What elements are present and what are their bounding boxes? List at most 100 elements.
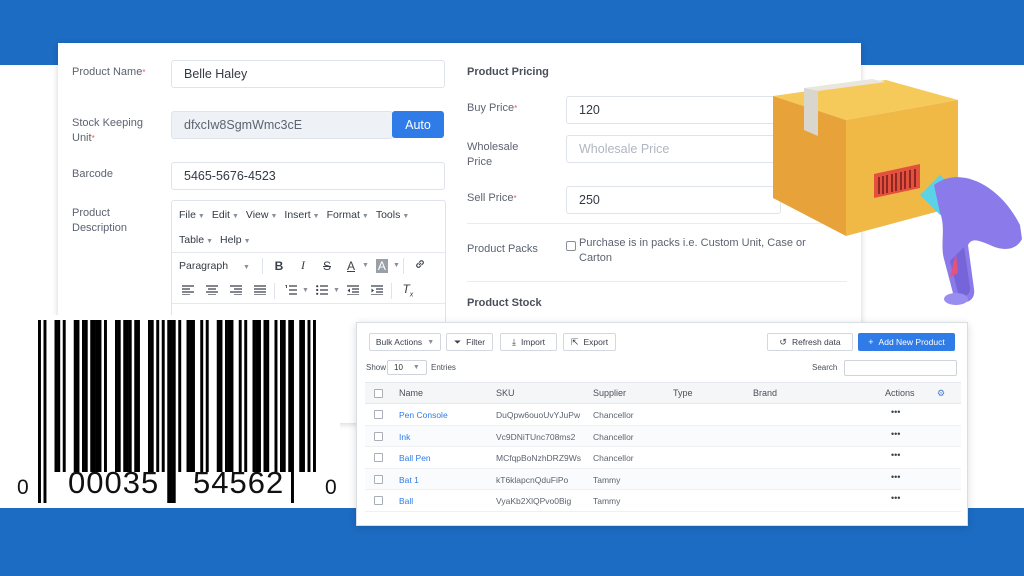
column-name[interactable]: Name <box>399 388 423 398</box>
row-actions-menu[interactable]: ••• <box>891 472 900 482</box>
barcode-bar <box>104 320 107 472</box>
row-checkbox[interactable] <box>374 410 383 419</box>
product-packs-label: Product Packs <box>467 243 538 255</box>
menu-help[interactable]: Help ▼ <box>220 234 251 246</box>
table-row[interactable]: Bat 1 kT6klapcnQduFiPo Tammy ••• <box>365 468 961 490</box>
barcode-bar <box>38 320 41 503</box>
barcode-bar <box>54 320 58 472</box>
sell-price-input[interactable]: 250 <box>566 186 781 214</box>
table-row[interactable]: Pen Console DuQpw6ouoUvYJuPw Chancellor … <box>365 404 961 426</box>
description-label: Product Description <box>72 207 128 234</box>
menu-format[interactable]: Format ▼ <box>327 209 369 221</box>
refresh-data-button[interactable]: ↺ Refresh data <box>767 333 853 351</box>
row-checkbox[interactable] <box>374 453 383 462</box>
indent-icon[interactable] <box>366 284 388 298</box>
barcode-bar <box>117 320 121 472</box>
clear-formatting-icon[interactable]: Tx <box>397 282 419 298</box>
row-name-link[interactable]: Pen Console <box>399 410 448 420</box>
numbered-list-icon[interactable] <box>280 284 302 298</box>
barcode-bar <box>128 320 132 472</box>
barcode-bar <box>266 320 270 472</box>
row-name-link[interactable]: Ink <box>399 432 410 442</box>
outdent-icon[interactable] <box>342 284 364 298</box>
row-checkbox[interactable] <box>374 474 383 484</box>
editor-toolbar-row2: ▼ ▼ Tx <box>172 278 445 303</box>
menu-edit[interactable]: Edit ▼ <box>212 209 239 221</box>
row-supplier: Tammy <box>593 474 621 485</box>
row-name-link[interactable]: Bat 1 <box>399 475 419 485</box>
add-new-product-button[interactable]: + Add New Product <box>858 333 955 351</box>
product-name-label: Product Name* <box>72 66 146 78</box>
table-row[interactable]: Ink Vc9DNiTUnc708ms2 Chancellor ••• <box>365 425 961 447</box>
plus-icon: + <box>868 337 874 347</box>
barcode-lead-digit: 0 <box>17 476 29 499</box>
row-checkbox[interactable] <box>374 431 383 441</box>
refresh-icon: ↺ <box>779 336 787 347</box>
barcode-bar <box>186 320 190 472</box>
bulk-actions-button[interactable]: Bulk Actions ▼ <box>369 333 441 351</box>
product-name-input[interactable]: Belle Haley <box>171 60 445 88</box>
import-icon: ⤓ <box>511 336 516 347</box>
barcode-bar <box>219 320 223 472</box>
barcode-bar <box>93 320 96 472</box>
barcode-input[interactable]: 5465-5676-4523 <box>171 162 445 190</box>
column-supplier[interactable]: Supplier <box>593 388 626 398</box>
menu-tools[interactable]: Tools ▼ <box>376 209 409 221</box>
italic-icon[interactable]: I <box>292 258 314 273</box>
row-actions-menu[interactable]: ••• <box>891 429 900 439</box>
row-actions-menu[interactable]: ••• <box>891 450 900 460</box>
buy-price-input[interactable]: 120 <box>566 96 781 124</box>
sku-input[interactable]: dfxcIw8SgmWmc3cE <box>171 111 393 139</box>
barcode-bar <box>62 320 66 472</box>
export-button[interactable]: ⇱ Export <box>563 333 616 351</box>
entries-label: Entries <box>431 363 456 372</box>
barcode-bar <box>238 320 242 472</box>
menu-view[interactable]: View ▼ <box>246 209 278 221</box>
column-sku[interactable]: SKU <box>496 388 515 398</box>
align-justify-icon[interactable] <box>249 284 271 298</box>
menu-insert[interactable]: Insert ▼ <box>284 209 319 221</box>
row-name-link[interactable]: Ball <box>399 496 413 506</box>
align-left-icon[interactable] <box>177 284 199 298</box>
row-actions-menu[interactable]: ••• <box>891 407 900 417</box>
highlight-color-icon[interactable]: A <box>371 258 393 273</box>
import-button[interactable]: ⤓ Import <box>500 333 557 351</box>
editor-menubar-row2: Table ▼ Help ▼ <box>172 227 445 252</box>
product-stock-title: Product Stock <box>467 297 542 309</box>
column-settings-gear-icon[interactable]: ⚙ <box>937 388 945 399</box>
column-actions: Actions <box>885 388 915 398</box>
select-all-checkbox[interactable] <box>374 389 383 398</box>
strikethrough-icon[interactable]: S <box>316 259 338 273</box>
text-color-icon[interactable]: A <box>340 259 362 273</box>
row-actions-menu[interactable]: ••• <box>891 493 900 503</box>
barcode-bar <box>274 320 278 472</box>
bold-icon[interactable]: B <box>268 259 290 273</box>
align-center-icon[interactable] <box>201 284 223 298</box>
menu-file[interactable]: File ▼ <box>179 209 205 221</box>
filter-button[interactable]: ⏷ Filter <box>446 333 493 351</box>
barcode-bar <box>252 320 256 472</box>
wholesale-price-input[interactable]: Wholesale Price <box>566 135 781 163</box>
barcode-bar <box>288 320 292 472</box>
link-icon[interactable] <box>409 258 431 273</box>
barcode-scanner-illustration <box>920 165 1024 312</box>
auto-sku-button[interactable]: Auto <box>392 111 444 138</box>
packs-checkbox[interactable] <box>566 241 576 251</box>
column-brand[interactable]: Brand <box>753 388 777 398</box>
table-row[interactable]: Ball VyaKb2XlQPvo0Big Tammy ••• <box>365 490 961 512</box>
page-size-select[interactable]: 10 ▼ <box>387 360 427 375</box>
row-name-link[interactable]: Ball Pen <box>399 453 431 463</box>
column-type[interactable]: Type <box>673 388 693 398</box>
table-search-input[interactable] <box>844 360 957 376</box>
row-checkbox[interactable] <box>374 496 383 505</box>
barcode-bar <box>137 320 140 472</box>
table-row[interactable]: Ball Pen MCfqpBoNzhDRZ9Ws Chancellor ••• <box>365 447 961 469</box>
barcode-bar <box>134 320 138 472</box>
menu-table[interactable]: Table ▼ <box>179 234 213 246</box>
barcode-bar <box>57 320 61 472</box>
bullet-list-icon[interactable] <box>311 284 333 298</box>
editor-toolbar-row1: Paragraph ▼ B I S A ▼ A ▼ <box>172 253 445 278</box>
table-header: Name SKU Supplier Type Brand Actions ⚙ <box>365 382 961 404</box>
block-format-select[interactable]: Paragraph ▼ <box>179 260 259 272</box>
align-right-icon[interactable] <box>225 284 247 298</box>
